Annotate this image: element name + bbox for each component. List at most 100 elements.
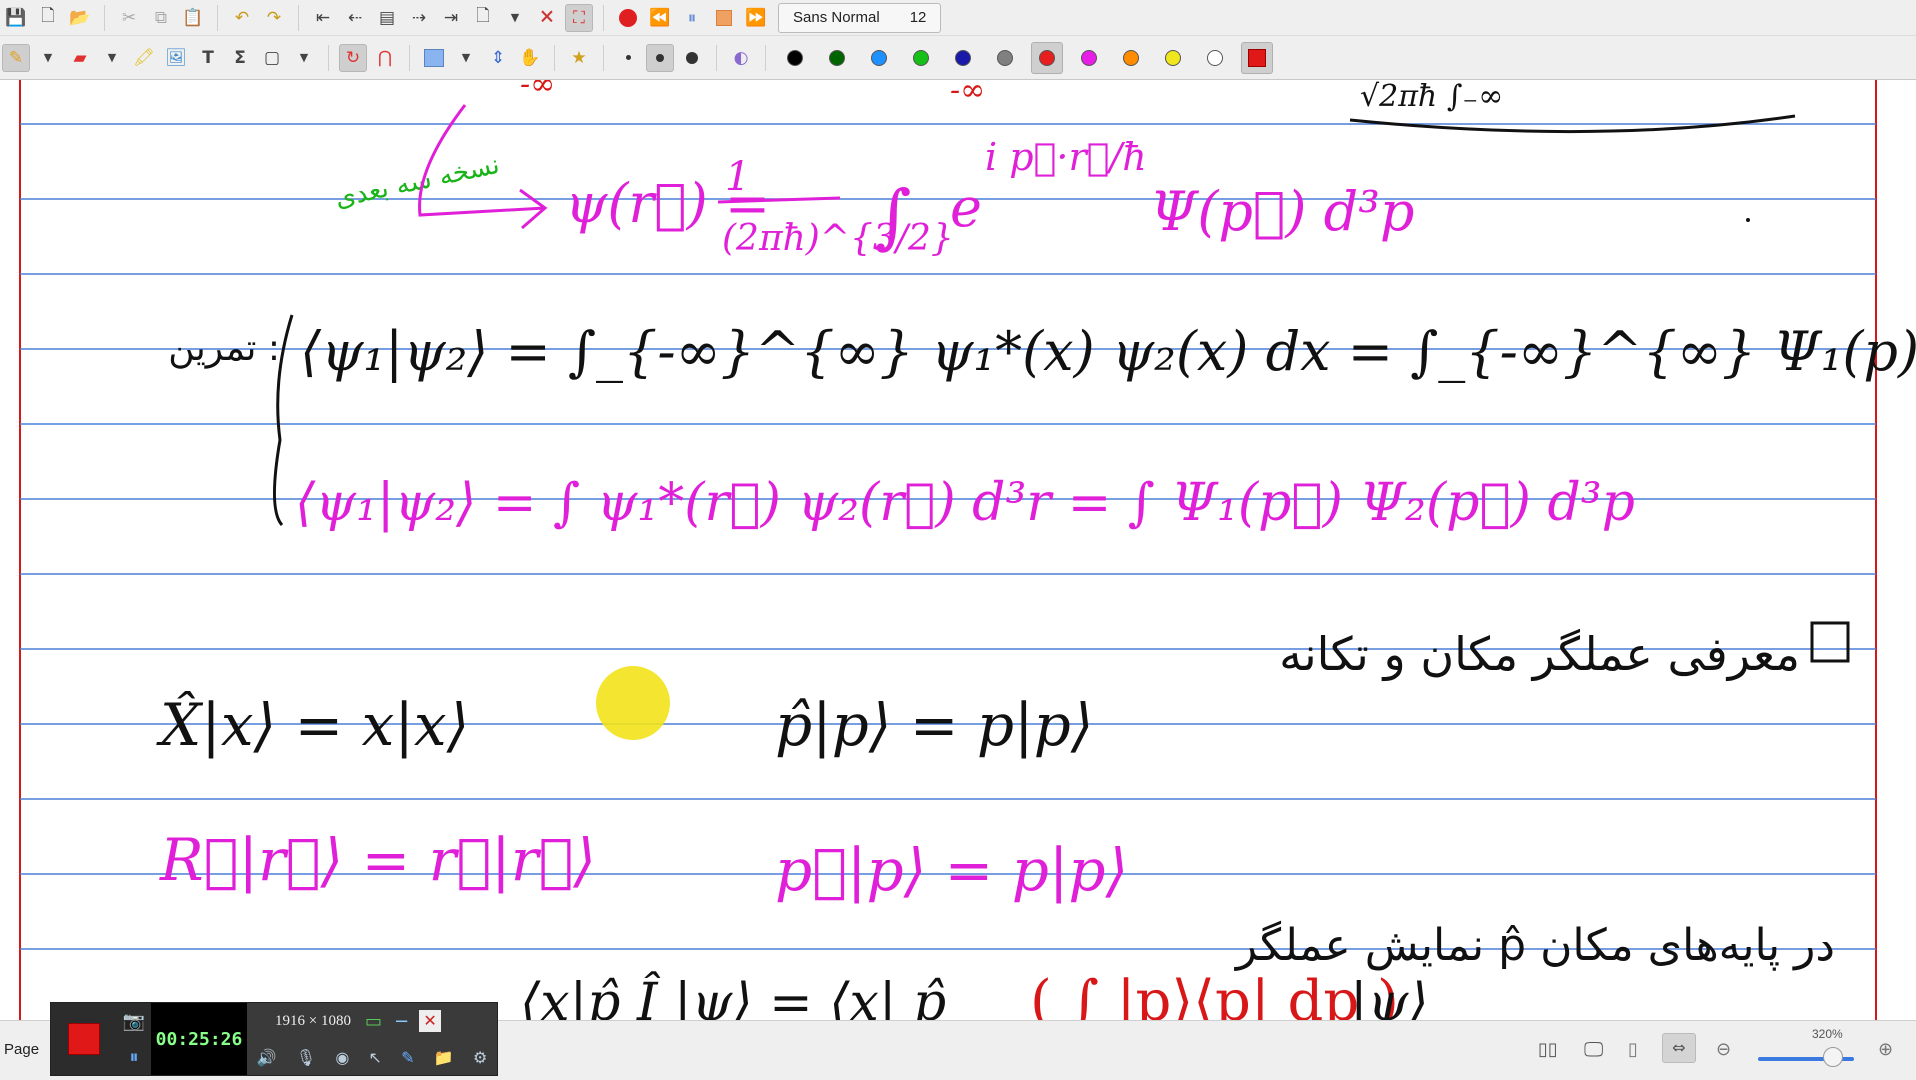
color-dot-icon [913,49,929,66]
zoom-slider-handle[interactable] [1823,1047,1843,1067]
custom-color-swatch[interactable] [1241,41,1273,74]
vertical-space-icon[interactable]: ⇕ [484,44,512,72]
eq-exp-power: i p⃗·r⃗/ħ [985,135,1147,179]
color-swatch[interactable] [1031,41,1063,74]
separator [554,44,555,71]
hand-tool-icon[interactable]: ✋ [516,44,544,72]
stop-icon[interactable] [710,4,738,32]
color-dot-icon [829,49,845,66]
eraser-tool-icon[interactable]: ▰ [66,44,94,72]
color-swatch[interactable] [821,42,853,74]
ruler-magnet-icon[interactable]: ⋂ [371,44,399,72]
eq-inner-1d: ⟨ψ₁|ψ₂⟩ = ∫_{-∞}^{∞} ψ₁*(x) ψ₂(x) dx = ∫… [300,320,1916,383]
default-tool-icon[interactable]: ★ [565,44,593,72]
microphone-icon[interactable]: 🎙 [296,1048,316,1067]
cut-icon[interactable]: ✂ [115,4,143,32]
color-swatch[interactable] [947,42,979,74]
stop-recording-button[interactable] [51,1003,117,1075]
color-dot-icon [1081,49,1097,66]
goto-page-icon[interactable]: ▤ [373,4,401,32]
font-selector-button[interactable]: Sans Normal 12 [778,2,942,33]
color-dot-icon [1207,49,1223,66]
open-folder-icon[interactable]: 📂 [66,4,94,32]
separator [716,44,717,71]
section-title: معرفی عملگر مکان و تکانه [1279,627,1800,682]
font-size: 12 [909,9,927,26]
thin-stroke-icon[interactable] [614,44,642,72]
color-swatch[interactable] [1073,42,1105,74]
speaker-icon[interactable]: 🔊 [257,1048,277,1067]
eq-p-operator: p̂|p⟩ = p|p⟩ [775,691,1093,759]
window-icon[interactable]: ▭ [365,1011,382,1032]
cursor-icon[interactable]: ↖ [369,1048,382,1067]
fullscreen-icon[interactable]: ⛶ [565,3,593,32]
fill-icon[interactable]: ◐ [727,44,755,72]
tools-toolbar: ✎ ▼ ▰ ▼ 🖍 🖼 T Σ ▢ ▼ ↻ ⋂ ▼ ⇕ ✋ ★ ◐ [0,36,1916,80]
top-fragment-2: -∞ [950,80,985,108]
color-swatch[interactable] [1157,42,1189,74]
image-tool-icon[interactable]: 🖼 [162,44,190,72]
pause-icon[interactable]: ⏸ [130,1047,139,1068]
chevron-down-icon[interactable]: ▼ [290,44,318,72]
presentation-icon[interactable]: 🖵 [1584,1037,1603,1061]
webcam-icon[interactable]: ◉ [335,1048,349,1067]
delete-page-icon[interactable]: 🗙 [533,4,561,32]
pen-tool-icon[interactable]: ✎ [2,43,30,72]
color-swatch[interactable] [989,42,1021,74]
bottom-fragment-2: ( ∫ |p⟩⟨p| dp ) [1030,969,1399,1020]
stop-icon [68,1023,100,1055]
font-name: Sans Normal [793,9,880,26]
next-page-icon[interactable]: ⇢ [405,4,433,32]
bullet-title: نمایش عملگر p̂ در پایه‌های مکان [1234,920,1835,971]
separator [104,4,105,31]
medium-stroke-icon[interactable] [646,43,674,72]
separator [603,44,604,71]
fit-width-icon[interactable]: ⇔ [1662,1033,1696,1063]
math-tool-icon[interactable]: Σ [226,44,254,72]
color-swatch[interactable] [863,42,895,74]
pause-icon[interactable]: ⏸ [678,4,706,32]
first-page-icon[interactable]: ⇤ [309,4,337,32]
select-rectangle-icon[interactable] [420,44,448,72]
last-page-icon[interactable]: ⇥ [437,4,465,32]
eq-R-operator: R⃗|r⃗⟩ = r⃗|r⃗⟩ [159,826,596,894]
color-swatch[interactable] [905,42,937,74]
add-page-icon[interactable]: 🗋 [469,4,497,32]
paste-icon[interactable]: 📋 [179,4,207,32]
separator [765,44,766,71]
fast-forward-icon[interactable]: ⏩ [742,4,770,32]
recording-timer: 00:25:26 [155,1028,243,1050]
settings-gear-icon[interactable]: ⚙ [473,1048,487,1067]
highlighter-tool-icon[interactable]: 🖍 [130,44,158,72]
zoom-in-icon[interactable]: ⊕ [1878,1039,1893,1060]
shape-tool-icon[interactable]: ▢ [258,44,286,72]
close-icon[interactable]: ✕ [419,1010,442,1032]
chevron-down-icon[interactable]: ▼ [34,44,62,72]
record-icon[interactable] [614,4,642,32]
chevron-down-icon[interactable]: ▼ [452,44,480,72]
text-tool-icon[interactable]: T [194,44,222,72]
color-swatch[interactable] [1199,42,1231,74]
page-fit-icon[interactable]: ▯ [1628,1039,1638,1060]
undo-icon[interactable]: ↶ [228,4,256,32]
journal-page[interactable]: -∞ -∞ √2πħ ∫₋∞ نسخه سه بعدی ψ(r⃗) = 1 (2… [0,80,1916,1020]
color-swatch[interactable] [779,42,811,74]
separator [603,4,604,31]
redo-icon[interactable]: ↷ [260,4,288,32]
folder-icon[interactable]: 📁 [434,1048,454,1067]
camera-icon[interactable]: 📷 [123,1011,145,1032]
pen-icon[interactable]: ✎ [401,1048,414,1067]
new-document-icon[interactable]: 🗋 [34,4,62,32]
save-icon[interactable]: 💾 [2,4,30,32]
minimize-icon[interactable]: − [394,1011,409,1032]
thick-stroke-icon[interactable] [678,44,706,72]
color-swatch[interactable] [1115,42,1147,74]
chevron-down-icon[interactable]: ▼ [98,44,126,72]
two-page-icon[interactable]: ▯▯ [1538,1039,1564,1061]
previous-page-icon[interactable]: ⇠ [341,4,369,32]
chevron-down-icon[interactable]: ▼ [501,4,529,32]
shape-recognizer-icon[interactable]: ↻ [339,43,367,72]
copy-icon[interactable]: ⧉ [147,4,175,32]
rewind-icon[interactable]: ⏪ [646,4,674,32]
zoom-out-icon[interactable]: ⊖ [1716,1039,1731,1060]
